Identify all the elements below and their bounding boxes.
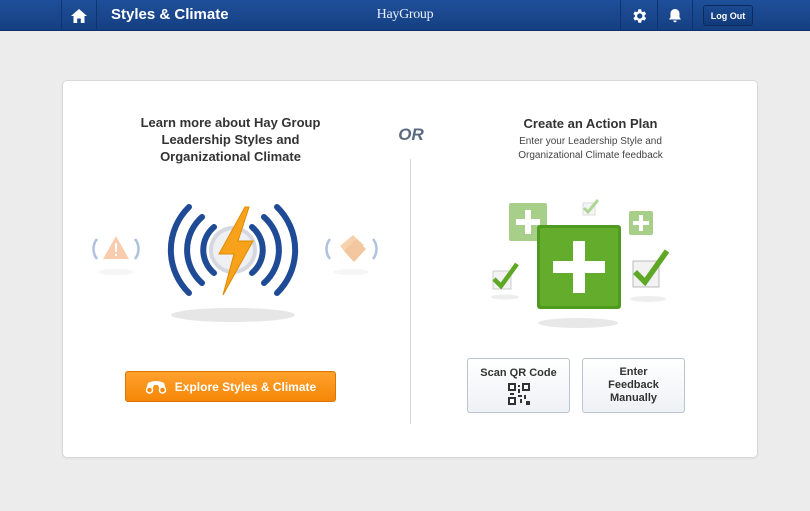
main-card: Learn more about Hay Group Leadership St…: [62, 80, 758, 458]
enter-feedback-manually-button[interactable]: Enter Feedback Manually: [582, 358, 685, 413]
checkmark-icon: [582, 199, 600, 216]
explore-button-label: Explore Styles & Climate: [174, 379, 317, 394]
binoculars-icon: [145, 380, 167, 394]
checkmark-icon: [491, 262, 519, 300]
bell-icon: [669, 8, 681, 22]
plus-icon: [629, 211, 653, 235]
gear-icon: [632, 8, 646, 23]
styles-climate-illustration: [92, 204, 378, 322]
top-navigation-bar: Styles & Climate HayGroup Log Out: [0, 0, 810, 31]
settings-button[interactable]: [620, 0, 656, 31]
scan-qr-label: Scan QR Code: [480, 367, 557, 379]
vertical-divider: [410, 159, 411, 424]
warning-icon: [92, 236, 140, 275]
scan-qr-code-button[interactable]: Scan QR Code: [467, 358, 570, 413]
action-plan-subtitle: Enter your Leadership Style and Organiza…: [518, 136, 663, 161]
explore-styles-climate-button[interactable]: Explore Styles & Climate: [125, 371, 336, 402]
learn-more-title: Learn more about Hay Group Leadership St…: [140, 115, 321, 164]
logout-button[interactable]: Log Out: [703, 5, 753, 26]
qr-code-icon: [507, 383, 530, 405]
or-divider-label: OR: [398, 125, 424, 144]
action-plan-title: Create an Action Plan: [523, 116, 658, 131]
action-plan-illustration: [491, 199, 670, 328]
notifications-button[interactable]: [657, 0, 693, 31]
plus-icon: [537, 225, 621, 309]
lightning-icon: [218, 206, 254, 296]
tag-icon: [325, 235, 378, 275]
checkmark-icon: [630, 249, 670, 302]
